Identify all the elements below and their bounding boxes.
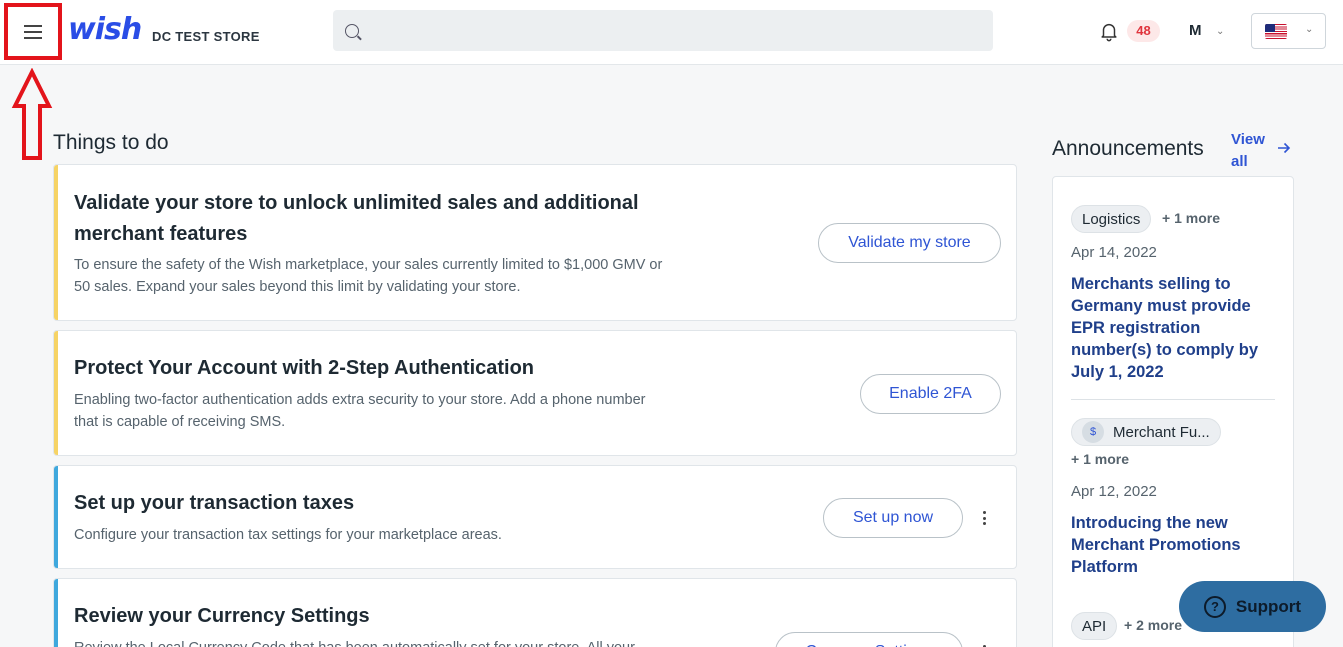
card-title: Protect Your Account with 2-Step Authent… <box>74 357 535 379</box>
task-card-currency-settings: Review your Currency Settings Review the… <box>53 578 1017 647</box>
announcements-heading: Announcements <box>1052 137 1204 160</box>
arrow-right-icon[interactable] <box>1276 140 1292 156</box>
card-title: Set up your transaction taxes <box>74 492 355 514</box>
support-button[interactable]: ? Support <box>1179 581 1326 632</box>
country-selector[interactable]: ⌄ <box>1251 13 1326 49</box>
announcement-more-tags[interactable]: + 1 more <box>1162 210 1220 226</box>
more-options-icon[interactable] <box>978 643 990 647</box>
card-accent <box>54 466 58 568</box>
red-arrow-annotation-icon <box>11 68 53 160</box>
view-all-link[interactable]: View all <box>1231 129 1275 173</box>
card-description: To ensure the safety of the Wish marketp… <box>74 257 663 295</box>
search-input[interactable] <box>359 10 993 51</box>
chevron-down-icon: ⌄ <box>1305 24 1314 35</box>
announcement-more-tags[interactable]: + 1 more <box>1071 451 1129 467</box>
task-card-2fa: Protect Your Account with 2-Step Authent… <box>53 330 1017 456</box>
announcement-date: Apr 14, 2022 <box>1071 244 1157 261</box>
divider <box>1071 399 1275 400</box>
search-bar[interactable] <box>333 10 993 51</box>
support-label: Support <box>1235 596 1302 616</box>
announcements-panel: Logistics + 1 more Apr 14, 2022 Merchant… <box>1052 176 1294 647</box>
more-options-icon[interactable] <box>978 509 990 527</box>
menu-icon <box>24 24 42 39</box>
card-accent <box>54 165 58 320</box>
announcement-headline-link[interactable]: Merchants selling to Germany must provid… <box>1071 273 1271 383</box>
notification-count-badge[interactable]: 48 <box>1127 20 1160 42</box>
chevron-down-icon[interactable]: ⌄ <box>1216 26 1224 37</box>
currency-settings-button[interactable]: Currency Settings <box>775 632 963 647</box>
search-icon <box>345 23 359 38</box>
card-title: Review your Currency Settings <box>74 605 370 627</box>
validate-my-store-button[interactable]: Validate my store <box>818 223 1001 263</box>
things-to-do-heading: Things to do <box>53 131 169 154</box>
announcement-more-tags[interactable]: + 2 more <box>1124 617 1182 633</box>
wish-logo[interactable]: wish <box>68 12 142 48</box>
announcement-tag[interactable]: Logistics <box>1071 205 1152 233</box>
bell-icon[interactable] <box>1098 20 1120 42</box>
top-bar: wish DC TEST STORE 48 M ⌄ ⌄ <box>0 0 1343 65</box>
card-description: Review the Local Currency Code that has … <box>74 637 714 647</box>
card-accent <box>54 331 58 455</box>
user-menu-initial[interactable]: M <box>1189 22 1202 39</box>
hamburger-menu-button[interactable] <box>4 3 62 60</box>
us-flag-icon <box>1265 24 1287 39</box>
announcement-tag[interactable]: API <box>1071 612 1118 640</box>
card-accent <box>54 579 58 647</box>
card-description: Configure your transaction tax settings … <box>74 527 502 543</box>
announcement-date: Apr 12, 2022 <box>1071 483 1157 500</box>
task-card-transaction-taxes: Set up your transaction taxes Configure … <box>53 465 1017 569</box>
card-title: Validate your store to unlock unlimited … <box>74 192 639 245</box>
announcement-headline-link[interactable]: Introducing the new Merchant Promotions … <box>1071 512 1271 578</box>
card-description: Enabling two-factor authentication adds … <box>74 392 646 430</box>
store-name: DC TEST STORE <box>152 29 260 44</box>
task-card-validate-store: Validate your store to unlock unlimited … <box>53 164 1017 321</box>
enable-2fa-button[interactable]: Enable 2FA <box>860 374 1001 414</box>
merchant-funding-icon: $ <box>1082 421 1104 443</box>
set-up-now-button[interactable]: Set up now <box>823 498 963 538</box>
announcement-tag[interactable]: $ Merchant Fu... <box>1071 418 1221 446</box>
help-icon: ? <box>1203 595 1226 618</box>
